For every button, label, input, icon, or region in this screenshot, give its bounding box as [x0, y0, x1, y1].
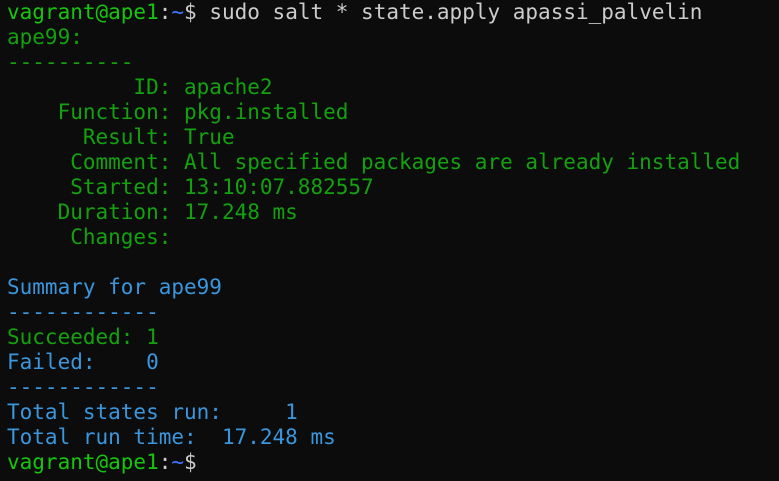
field-value: pkg.installed [171, 100, 349, 124]
summary-title: Summary for ape99 [7, 275, 222, 299]
minion-name: ape99: [7, 25, 83, 49]
prompt-colon: : [158, 450, 172, 474]
field-value: All specified packages are already insta… [171, 150, 741, 174]
total-time-label: Total run time: [7, 425, 197, 449]
summary-separator: ------------ [7, 300, 159, 324]
field-value: 17.248 ms [171, 200, 298, 224]
field-comment: Comment: All specified packages are alre… [7, 150, 779, 175]
prompt-path: ~ [171, 0, 185, 24]
failed-label: Failed: [7, 350, 96, 374]
command-line: vagrant@ape1:~$ sudo salt * state.apply … [7, 0, 779, 25]
summary-succeeded: Succeeded: 1 [7, 325, 779, 350]
field-label: Changes: [7, 225, 172, 249]
succeeded-label: Succeeded: [7, 325, 134, 349]
field-value: apache2 [171, 75, 273, 99]
total-states-label: Total states run: [7, 400, 222, 424]
summary-total-time: Total run time: 17.248 ms [7, 425, 779, 450]
field-started: Started: 13:10:07.882557 [7, 175, 779, 200]
succeeded-value: 1 [133, 325, 159, 349]
field-label: Duration: [7, 200, 172, 224]
prompt-user-host: vagrant@ape1 [7, 0, 159, 24]
prompt-user-host: vagrant@ape1 [7, 450, 159, 474]
minion-separator: ---------- [7, 50, 134, 74]
field-id: ID: apache2 [7, 75, 779, 100]
command-text: sudo salt * state.apply apassi_palvelin [196, 0, 703, 24]
prompt-symbol: $ [184, 0, 197, 24]
field-function: Function: pkg.installed [7, 100, 779, 125]
prompt-colon: : [158, 0, 172, 24]
field-result: Result: True [7, 125, 779, 150]
field-value: 13:10:07.882557 [171, 175, 374, 199]
summary-failed: Failed: 0 [7, 350, 779, 375]
prompt-line[interactable]: vagrant@ape1:~$ [7, 450, 779, 475]
total-time-value: 17.248 ms [196, 425, 336, 449]
field-label: Function: [7, 100, 172, 124]
field-label: ID: [7, 75, 172, 99]
summary-total-states: Total states run: 1 [7, 400, 779, 425]
field-label: Comment: [7, 150, 172, 174]
total-states-value: 1 [221, 400, 298, 424]
field-changes: Changes: [7, 225, 779, 250]
terminal-window[interactable]: vagrant@ape1:~$ sudo salt * state.apply … [0, 0, 779, 481]
prompt-path: ~ [171, 450, 185, 474]
prompt-symbol: $ [184, 450, 197, 474]
field-duration: Duration: 17.248 ms [7, 200, 779, 225]
failed-value: 0 [95, 350, 159, 374]
field-label: Started: [7, 175, 172, 199]
field-value: True [171, 125, 235, 149]
summary-separator-2: ------------ [7, 375, 159, 399]
field-label: Result: [7, 125, 172, 149]
